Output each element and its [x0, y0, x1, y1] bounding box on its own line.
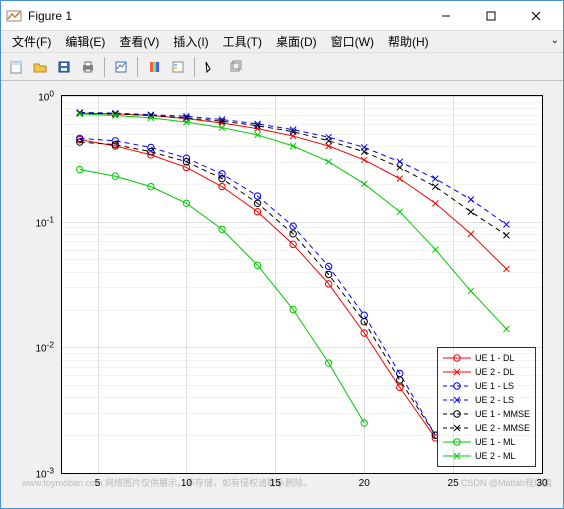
menu-file[interactable]: 文件(F): [5, 31, 58, 52]
legend-row: UE 1 - ML: [443, 435, 530, 449]
legend-label: UE 2 - ML: [475, 451, 516, 461]
menubar: 文件(F) 编辑(E) 查看(V) 插入(I) 工具(T) 桌面(D) 窗口(W…: [1, 31, 563, 53]
rotate-3d-button[interactable]: [224, 56, 246, 78]
window-title: Figure 1: [28, 9, 423, 23]
close-button[interactable]: [513, 2, 558, 30]
watermark-left: www.toymoban.com 网络图片仅供展示，非存储，如有侵权请联系删除。: [22, 476, 312, 489]
legend-label: UE 1 - ML: [475, 437, 516, 447]
menu-help[interactable]: 帮助(H): [381, 31, 436, 52]
zoom-button[interactable]: [110, 56, 132, 78]
toolbar-separator: [104, 57, 105, 77]
titlebar[interactable]: Figure 1: [1, 1, 563, 31]
new-figure-button[interactable]: [5, 56, 27, 78]
legend[interactable]: UE 1 - DLUE 2 - DLUE 1 - LSUE 2 - LSUE 1…: [437, 347, 536, 467]
xtick: 10: [181, 478, 192, 489]
ytick: 10-1: [35, 214, 54, 229]
legend-button[interactable]: [167, 56, 189, 78]
toolbar-separator: [194, 57, 195, 77]
xtick: 25: [448, 478, 459, 489]
save-button[interactable]: [53, 56, 75, 78]
maximize-button[interactable]: [468, 2, 513, 30]
toolbar: [1, 53, 563, 81]
toolbar-separator: [137, 57, 138, 77]
ytick: 100: [38, 88, 54, 103]
xtick: 30: [536, 478, 547, 489]
xtick: 20: [359, 478, 370, 489]
print-button[interactable]: [77, 56, 99, 78]
menu-insert[interactable]: 插入(I): [166, 31, 215, 52]
minimize-button[interactable]: [423, 2, 468, 30]
xtick: 5: [95, 478, 101, 489]
figure-icon: [6, 8, 22, 24]
figure-area: UE 1 - DLUE 2 - DLUE 1 - LSUE 2 - LSUE 1…: [3, 83, 561, 506]
menu-desktop[interactable]: 桌面(D): [269, 31, 324, 52]
open-button[interactable]: [29, 56, 51, 78]
colorbar-button[interactable]: [143, 56, 165, 78]
ytick: 10-3: [35, 465, 54, 480]
menu-window[interactable]: 窗口(W): [324, 31, 381, 52]
menu-tools[interactable]: 工具(T): [216, 31, 269, 52]
axes[interactable]: UE 1 - DLUE 2 - DLUE 1 - LSUE 2 - LSUE 1…: [61, 95, 543, 474]
edit-plot-button[interactable]: [200, 56, 222, 78]
xtick: 15: [270, 478, 281, 489]
watermark: www.toymoban.com 网络图片仅供展示，非存储，如有侵权请联系删除。…: [22, 476, 552, 489]
ytick: 10-2: [35, 340, 54, 355]
menu-view[interactable]: 查看(V): [112, 31, 166, 52]
menu-edit[interactable]: 编辑(E): [58, 31, 112, 52]
legend-row: UE 2 - ML: [443, 449, 530, 463]
figure-window: Figure 1 文件(F) 编辑(E) 查看(V) 插入(I) 工具(T) 桌…: [0, 0, 564, 509]
legend-label: UE 1 - DL: [475, 353, 515, 363]
legend-label: UE 2 - MMSE: [475, 423, 530, 433]
legend-row: UE 2 - MMSE: [443, 421, 530, 435]
docking-corner-icon[interactable]: ⌄: [551, 35, 559, 46]
legend-row: UE 2 - LS: [443, 393, 530, 407]
